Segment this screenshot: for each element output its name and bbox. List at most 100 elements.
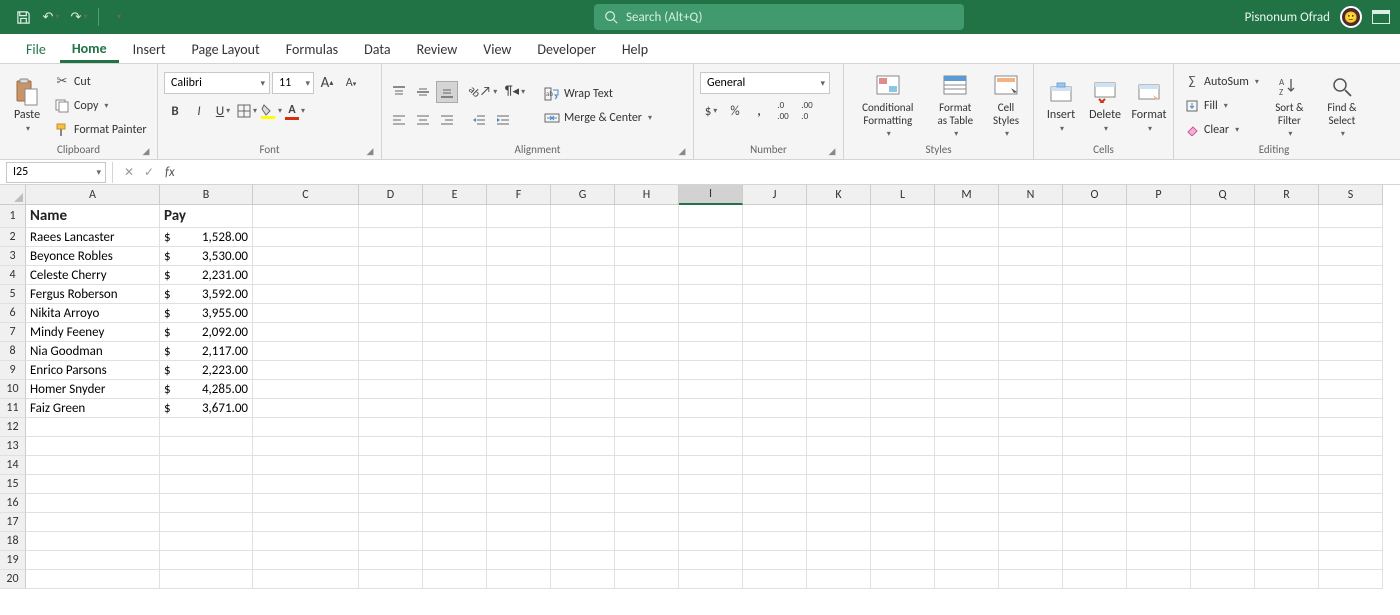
cell-J20[interactable] <box>743 570 807 589</box>
cell-B9[interactable]: $2,223.00 <box>160 361 253 380</box>
cell-L1[interactable] <box>871 205 935 228</box>
cell-B16[interactable] <box>160 494 253 513</box>
cell-J18[interactable] <box>743 532 807 551</box>
cell-E4[interactable] <box>423 266 487 285</box>
cell-F9[interactable] <box>487 361 551 380</box>
cell-Q2[interactable] <box>1191 228 1255 247</box>
cell-A10[interactable]: Homer Snyder <box>26 380 160 399</box>
cell-Q5[interactable] <box>1191 285 1255 304</box>
cell-Q8[interactable] <box>1191 342 1255 361</box>
cell-H13[interactable] <box>615 437 679 456</box>
cell-Q1[interactable] <box>1191 205 1255 228</box>
cell-G7[interactable] <box>551 323 615 342</box>
cell-P18[interactable] <box>1127 532 1191 551</box>
cell-K10[interactable] <box>807 380 871 399</box>
cell-N18[interactable] <box>999 532 1063 551</box>
row-header-15[interactable]: 15 <box>0 475 26 494</box>
paste-button[interactable]: Paste▾ <box>6 76 48 136</box>
cell-F3[interactable] <box>487 247 551 266</box>
tab-data[interactable]: Data <box>352 35 402 63</box>
cell-O16[interactable] <box>1063 494 1127 513</box>
save-button[interactable] <box>12 6 34 28</box>
cell-G19[interactable] <box>551 551 615 570</box>
cell-S20[interactable] <box>1319 570 1383 589</box>
enter-formula-button[interactable]: ✓ <box>139 162 159 182</box>
cell-F11[interactable] <box>487 399 551 418</box>
cell-N2[interactable] <box>999 228 1063 247</box>
cell-J4[interactable] <box>743 266 807 285</box>
qat-customize-button[interactable]: ▾ <box>107 6 129 28</box>
cell-H4[interactable] <box>615 266 679 285</box>
cell-S12[interactable] <box>1319 418 1383 437</box>
cell-G10[interactable] <box>551 380 615 399</box>
cell-L8[interactable] <box>871 342 935 361</box>
cell-A4[interactable]: Celeste Cherry <box>26 266 160 285</box>
align-left-button[interactable] <box>388 109 410 131</box>
cell-C8[interactable] <box>253 342 359 361</box>
cell-Q10[interactable] <box>1191 380 1255 399</box>
cell-A19[interactable] <box>26 551 160 570</box>
cell-N7[interactable] <box>999 323 1063 342</box>
cell-D15[interactable] <box>359 475 423 494</box>
cell-H17[interactable] <box>615 513 679 532</box>
cell-Q6[interactable] <box>1191 304 1255 323</box>
cell-G6[interactable] <box>551 304 615 323</box>
cell-S18[interactable] <box>1319 532 1383 551</box>
cell-P15[interactable] <box>1127 475 1191 494</box>
account-username[interactable]: Pisnonum Ofrad <box>1245 10 1330 25</box>
cell-H5[interactable] <box>615 285 679 304</box>
cell-A17[interactable] <box>26 513 160 532</box>
cell-A16[interactable] <box>26 494 160 513</box>
cell-N13[interactable] <box>999 437 1063 456</box>
cell-K1[interactable] <box>807 205 871 228</box>
cell-B2[interactable]: $1,528.00 <box>160 228 253 247</box>
tab-insert[interactable]: Insert <box>121 35 178 63</box>
cell-M5[interactable] <box>935 285 999 304</box>
cell-S13[interactable] <box>1319 437 1383 456</box>
col-header-R[interactable]: R <box>1255 185 1319 205</box>
cell-L13[interactable] <box>871 437 935 456</box>
name-box[interactable]: I25 <box>6 162 106 183</box>
cell-O10[interactable] <box>1063 380 1127 399</box>
cell-I11[interactable] <box>679 399 743 418</box>
cell-R15[interactable] <box>1255 475 1319 494</box>
cell-G8[interactable] <box>551 342 615 361</box>
cell-M20[interactable] <box>935 570 999 589</box>
cell-M13[interactable] <box>935 437 999 456</box>
cell-H15[interactable] <box>615 475 679 494</box>
cell-J2[interactable] <box>743 228 807 247</box>
cell-A18[interactable] <box>26 532 160 551</box>
format-cells-button[interactable]: Format▾ <box>1128 76 1170 136</box>
tab-help[interactable]: Help <box>610 35 660 63</box>
row-header-7[interactable]: 7 <box>0 323 26 342</box>
cell-G5[interactable] <box>551 285 615 304</box>
fx-icon[interactable]: fx <box>165 165 175 180</box>
cell-E18[interactable] <box>423 532 487 551</box>
cell-G13[interactable] <box>551 437 615 456</box>
insert-cells-button[interactable]: Insert▾ <box>1040 76 1082 136</box>
cell-F16[interactable] <box>487 494 551 513</box>
cell-I14[interactable] <box>679 456 743 475</box>
cell-E7[interactable] <box>423 323 487 342</box>
cell-Q12[interactable] <box>1191 418 1255 437</box>
cell-P4[interactable] <box>1127 266 1191 285</box>
cell-K13[interactable] <box>807 437 871 456</box>
cell-I19[interactable] <box>679 551 743 570</box>
cell-J6[interactable] <box>743 304 807 323</box>
cell-I7[interactable] <box>679 323 743 342</box>
cell-O13[interactable] <box>1063 437 1127 456</box>
cell-G3[interactable] <box>551 247 615 266</box>
cell-R1[interactable] <box>1255 205 1319 228</box>
cell-N9[interactable] <box>999 361 1063 380</box>
cell-J17[interactable] <box>743 513 807 532</box>
cell-M1[interactable] <box>935 205 999 228</box>
sort-filter-button[interactable]: AZSort & Filter▾ <box>1265 70 1314 140</box>
cell-O12[interactable] <box>1063 418 1127 437</box>
cell-A9[interactable]: Enrico Parsons <box>26 361 160 380</box>
decrease-font-button[interactable]: A▾ <box>340 72 362 94</box>
cell-A15[interactable] <box>26 475 160 494</box>
cell-Q14[interactable] <box>1191 456 1255 475</box>
col-header-O[interactable]: O <box>1063 185 1127 205</box>
cell-C11[interactable] <box>253 399 359 418</box>
cell-H2[interactable] <box>615 228 679 247</box>
